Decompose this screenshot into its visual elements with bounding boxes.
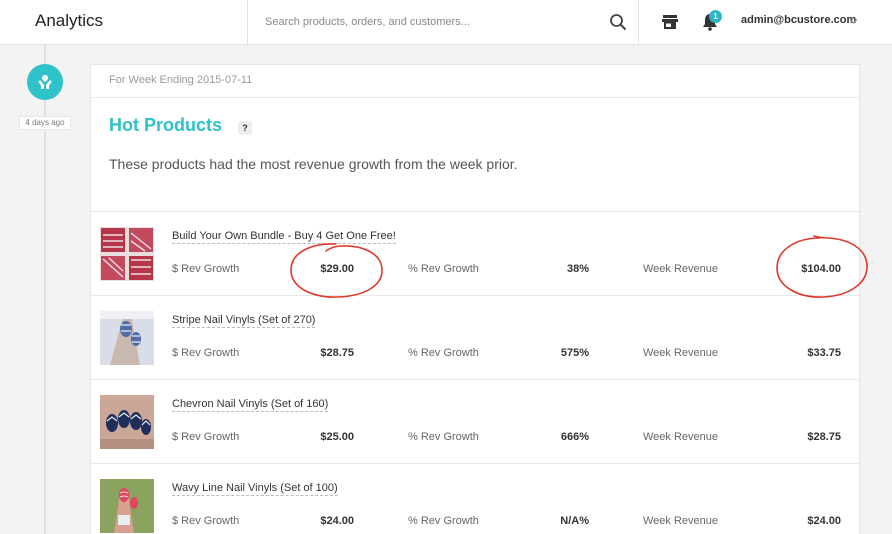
rev-growth-label: $ Rev Growth <box>172 431 240 443</box>
search-icon[interactable] <box>609 13 627 31</box>
pct-growth-label: % Rev Growth <box>408 515 479 527</box>
product-thumbnail[interactable] <box>100 479 154 533</box>
event-timestamp: 4 days ago <box>19 116 71 130</box>
card-title: Hot Products <box>109 115 223 135</box>
user-email[interactable]: admin@bcustore.com <box>741 14 856 26</box>
search-bar <box>247 0 639 45</box>
chevron-down-icon[interactable] <box>849 18 858 25</box>
pct-growth-label: % Rev Growth <box>408 431 479 443</box>
product-name-link[interactable]: Stripe Nail Vinyls (Set of 270) <box>172 314 316 328</box>
pct-growth-value: 575% <box>560 347 589 359</box>
week-revenue-label: Week Revenue <box>643 347 719 359</box>
store-icon[interactable] <box>662 14 678 30</box>
product-thumbnail[interactable] <box>100 395 154 449</box>
product-row: Wavy Line Nail Vinyls (Set of 100) $ Rev… <box>91 464 859 534</box>
week-revenue-label: Week Revenue <box>643 431 719 443</box>
product-thumbnail[interactable] <box>100 227 154 281</box>
rev-growth-value: $28.75 <box>320 347 354 359</box>
week-revenue-label: Week Revenue <box>643 515 719 527</box>
week-revenue-value: $33.75 <box>807 347 841 359</box>
product-thumbnail[interactable] <box>100 311 154 365</box>
product-row: Stripe Nail Vinyls (Set of 270) $ Rev Gr… <box>91 296 859 380</box>
pct-growth-label: % Rev Growth <box>408 263 479 275</box>
product-row: Chevron Nail Vinyls (Set of 160) $ Rev G… <box>91 380 859 464</box>
rev-growth-value: $25.00 <box>320 431 354 443</box>
product-name-link[interactable]: Wavy Line Nail Vinyls (Set of 100) <box>172 482 338 496</box>
week-revenue-value: $24.00 <box>807 515 841 527</box>
notification-badge: 1 <box>709 10 722 23</box>
search-input[interactable] <box>265 12 595 32</box>
pct-growth-value: N/A% <box>560 515 589 527</box>
product-name-link[interactable]: Build Your Own Bundle - Buy 4 Get One Fr… <box>172 230 396 244</box>
product-name-link[interactable]: Chevron Nail Vinyls (Set of 160) <box>172 398 329 412</box>
product-row: Build Your Own Bundle - Buy 4 Get One Fr… <box>91 212 859 296</box>
pct-growth-value: 666% <box>560 431 589 443</box>
hands-icon <box>38 75 52 89</box>
rev-growth-label: $ Rev Growth <box>172 347 240 359</box>
event-icon <box>27 64 63 100</box>
pct-growth-label: % Rev Growth <box>408 347 479 359</box>
product-list: Build Your Own Bundle - Buy 4 Get One Fr… <box>91 211 859 534</box>
card-description: These products had the most revenue grow… <box>109 156 518 172</box>
pct-growth-value: 38% <box>566 263 589 275</box>
week-ending-label: For Week Ending 2015-07-11 <box>91 65 859 98</box>
help-icon[interactable]: ? <box>238 121 252 135</box>
hot-products-card: For Week Ending 2015-07-11 Hot Products … <box>90 64 860 534</box>
week-revenue-value: $104.00 <box>801 263 841 275</box>
week-revenue-value: $28.75 <box>807 431 841 443</box>
week-revenue-label: Week Revenue <box>643 263 719 275</box>
top-bar: Analytics 1 admin@bcustore.com <box>0 0 892 45</box>
rev-growth-label: $ Rev Growth <box>172 515 240 527</box>
rev-growth-value: $24.00 <box>320 515 354 527</box>
rev-growth-label: $ Rev Growth <box>172 263 240 275</box>
app-title: Analytics <box>35 11 104 30</box>
rev-growth-value: $29.00 <box>320 263 354 275</box>
